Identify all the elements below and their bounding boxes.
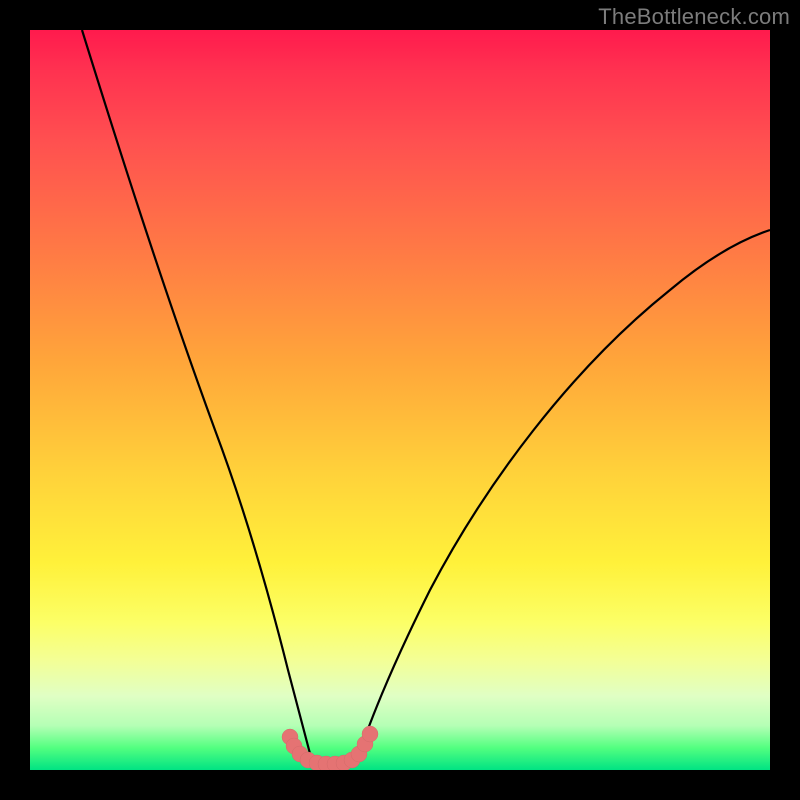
bar-segment-group — [282, 726, 378, 770]
plot-area — [30, 30, 770, 770]
left-curve-path — [82, 30, 313, 765]
outer-frame: TheBottleneck.com — [0, 0, 800, 800]
right-curve-path — [356, 230, 770, 765]
chart-svg — [30, 30, 770, 770]
watermark-text: TheBottleneck.com — [598, 4, 790, 30]
